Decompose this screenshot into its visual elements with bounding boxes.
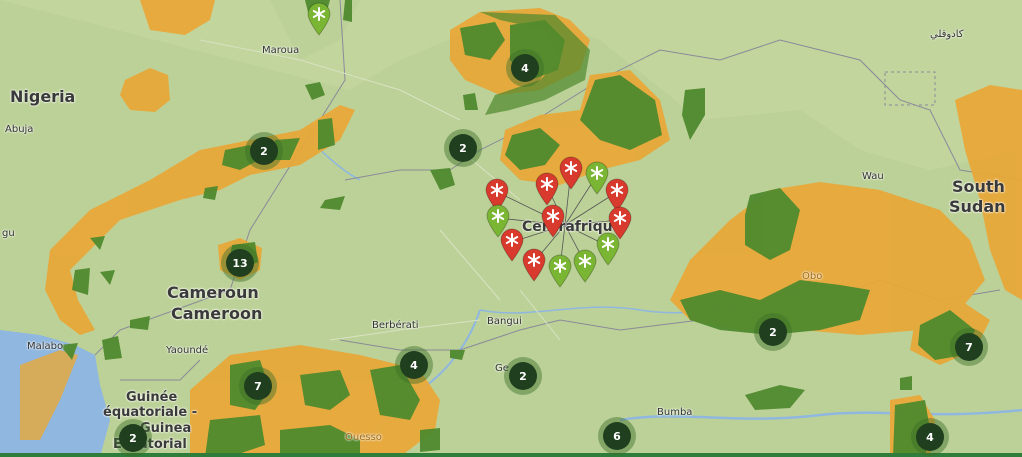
label-maroua: Maroua — [262, 45, 300, 56]
red-pin-marker[interactable] — [521, 248, 547, 282]
cluster-marker[interactable]: 4 — [916, 423, 944, 451]
label-guinee: Guinée — [126, 390, 178, 405]
green-pin-marker[interactable] — [306, 2, 332, 36]
map-canvas[interactable]: Nigeria Abuja Maroua Cameroun Cameroon Y… — [0, 0, 1022, 457]
label-kadugli: كادوقلي — [930, 29, 964, 40]
label-guinea: Guinea — [140, 421, 192, 436]
cluster-marker[interactable]: 7 — [244, 372, 272, 400]
label-sudan: Sudan — [949, 197, 1006, 216]
cluster-marker[interactable]: 2 — [449, 134, 477, 162]
label-cameroon: Cameroon — [171, 304, 263, 323]
cluster-marker[interactable]: 4 — [511, 54, 539, 82]
label-yaounde: Yaoundé — [166, 345, 209, 356]
cluster-marker[interactable]: 13 — [226, 249, 254, 277]
cluster-marker[interactable]: 4 — [400, 351, 428, 379]
label-nigeria: Nigeria — [10, 87, 76, 106]
label-gu: gu — [2, 228, 15, 239]
cluster-marker[interactable]: 2 — [250, 137, 278, 165]
label-equatoriale: équatoriale - — [103, 405, 198, 420]
cluster-marker[interactable]: 2 — [509, 362, 537, 390]
green-pin-marker[interactable] — [547, 254, 573, 288]
red-pin-marker[interactable] — [558, 156, 584, 190]
cluster-marker[interactable]: 7 — [955, 333, 983, 361]
cluster-marker[interactable]: 2 — [759, 318, 787, 346]
label-ouesso: Ouesso — [345, 432, 382, 443]
cluster-marker[interactable]: 2 — [119, 424, 147, 452]
label-gemena: Ge — [495, 363, 509, 374]
label-cameroun: Cameroun — [167, 283, 259, 302]
label-bangui: Bangui — [487, 316, 522, 327]
label-berberati: Berbérati — [372, 320, 419, 331]
label-abuja: Abuja — [5, 124, 34, 135]
red-pin-marker[interactable] — [534, 172, 560, 206]
label-obo: Obo — [802, 271, 823, 282]
label-wau: Wau — [862, 171, 884, 182]
red-pin-marker[interactable] — [540, 204, 566, 238]
green-pin-marker[interactable] — [595, 232, 621, 266]
label-malabo: Malabo — [27, 341, 64, 352]
cluster-marker[interactable]: 6 — [603, 422, 631, 450]
label-bumba: Bumba — [657, 407, 693, 418]
label-south: South — [952, 177, 1005, 196]
green-pin-marker[interactable] — [572, 249, 598, 283]
